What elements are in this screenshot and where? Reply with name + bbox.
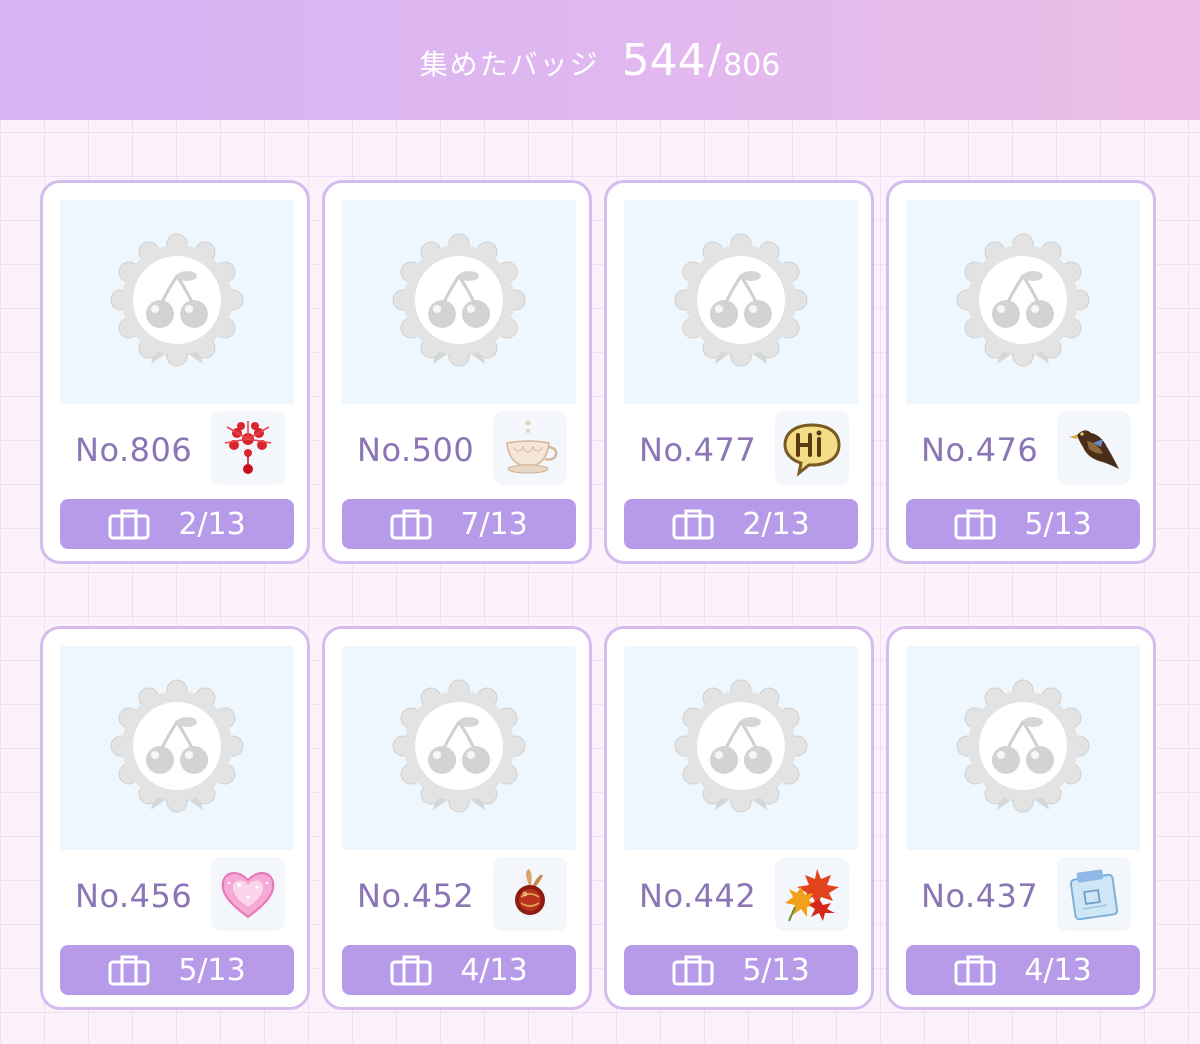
badge-thumbnail (624, 200, 858, 404)
header-bar: 集めたバッジ 544 / 806 (0, 0, 1200, 120)
badge-number: No.442 (639, 877, 757, 915)
red-ornament-charm-icon (493, 857, 567, 931)
badge-card[interactable]: No.476 5/13 (886, 180, 1156, 564)
bag-icon (954, 508, 996, 540)
badge-grid: No.806 2/13 No.500 7/13 No.477 2/13 No.4… (40, 180, 1156, 1010)
collected-count: 544 (621, 34, 706, 86)
badge-thumbnail (342, 646, 576, 850)
locked-cherry-badge-icon (389, 230, 529, 370)
blue-note-card-icon (1057, 857, 1131, 931)
progress-button[interactable]: 4/13 (906, 945, 1140, 995)
badge-number: No.452 (357, 877, 475, 915)
badge-card[interactable]: No.456 5/13 (40, 626, 310, 1010)
locked-cherry-badge-icon (389, 676, 529, 816)
progress-button[interactable]: 7/13 (342, 499, 576, 549)
locked-cherry-badge-icon (953, 676, 1093, 816)
locked-cherry-badge-icon (953, 230, 1093, 370)
pink-heart-gem-icon (211, 857, 285, 931)
badge-number: No.477 (639, 431, 757, 469)
badge-thumbnail (906, 646, 1140, 850)
progress-button[interactable]: 2/13 (624, 499, 858, 549)
badge-collection-title: 集めたバッジ (419, 48, 600, 81)
badge-number: No.437 (921, 877, 1039, 915)
bag-icon (390, 508, 432, 540)
teacup-icon (493, 411, 567, 485)
bag-icon (108, 954, 150, 986)
progress-count: 5/13 (178, 952, 246, 988)
badge-thumbnail (624, 646, 858, 850)
badge-card[interactable]: No.442 5/13 (604, 626, 874, 1010)
progress-button[interactable]: 2/13 (60, 499, 294, 549)
badge-thumbnail (60, 646, 294, 850)
progress-count: 5/13 (1024, 506, 1092, 542)
locked-cherry-badge-icon (107, 676, 247, 816)
badge-number: No.476 (921, 431, 1039, 469)
badge-card[interactable]: No.452 4/13 (322, 626, 592, 1010)
badge-number: No.456 (75, 877, 193, 915)
bag-icon (672, 508, 714, 540)
progress-count: 7/13 (460, 506, 528, 542)
progress-count: 4/13 (1024, 952, 1092, 988)
badge-card[interactable]: No.806 2/13 (40, 180, 310, 564)
progress-count: 2/13 (742, 506, 810, 542)
locked-cherry-badge-icon (671, 230, 811, 370)
count-separator: / (707, 37, 722, 83)
autumn-maple-leaves-icon (775, 857, 849, 931)
hi-speech-bubble-icon (775, 411, 849, 485)
badge-thumbnail (906, 200, 1140, 404)
badge-card[interactable]: No.437 4/13 (886, 626, 1156, 1010)
badge-thumbnail (60, 200, 294, 404)
badge-thumbnail (342, 200, 576, 404)
locked-cherry-badge-icon (671, 676, 811, 816)
bird-icon (1057, 411, 1131, 485)
red-flower-brooch-icon (211, 411, 285, 485)
progress-count: 5/13 (742, 952, 810, 988)
progress-button[interactable]: 5/13 (624, 945, 858, 995)
bag-icon (390, 954, 432, 986)
progress-button[interactable]: 4/13 (342, 945, 576, 995)
progress-button[interactable]: 5/13 (906, 499, 1140, 549)
bag-icon (672, 954, 714, 986)
bag-icon (954, 954, 996, 986)
locked-cherry-badge-icon (107, 230, 247, 370)
badge-number: No.500 (357, 431, 475, 469)
badge-card[interactable]: No.477 2/13 (604, 180, 874, 564)
progress-count: 4/13 (460, 952, 528, 988)
progress-count: 2/13 (178, 506, 246, 542)
badge-card[interactable]: No.500 7/13 (322, 180, 592, 564)
bag-icon (108, 508, 150, 540)
badge-number: No.806 (75, 431, 193, 469)
progress-button[interactable]: 5/13 (60, 945, 294, 995)
total-count: 806 (723, 47, 781, 83)
